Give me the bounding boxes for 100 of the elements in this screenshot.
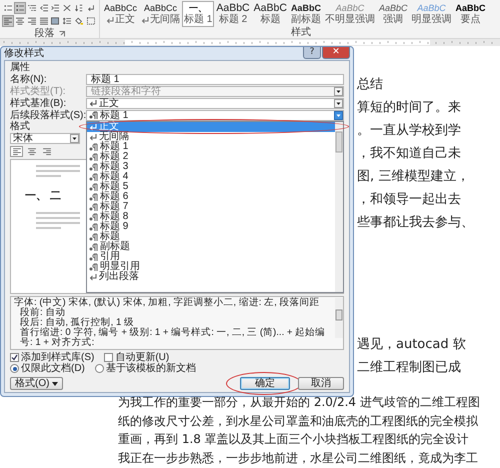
list-option[interactable]: 标题 5	[87, 182, 335, 192]
align-left-icon	[4, 17, 12, 25]
style-item[interactable]: AaBbC 要点	[453, 1, 488, 27]
linked-style-icon	[89, 212, 98, 220]
radio-label[interactable]: 基于该模板的新文档	[106, 364, 196, 374]
align-left-button[interactable]	[10, 146, 23, 157]
sort-icon	[75, 4, 84, 12]
text-line: 纸的修改尺寸公差，到水星公司罩盖和油底壳的工程图纸的完全模拟	[118, 412, 478, 430]
linked-style-icon	[89, 222, 98, 230]
decrease-indent-button[interactable]	[38, 2, 50, 14]
list-option[interactable]: 标题 9	[87, 222, 335, 232]
confirm-button[interactable]: 确定	[240, 377, 290, 390]
text-line: 我正在一步步熟悉，一步步地前进，水星公司二维图纸，竟成为李工	[118, 450, 478, 466]
help-button[interactable]: ?	[303, 47, 321, 59]
numbered-list-icon	[16, 4, 24, 12]
dropdown-field[interactable]: 标题 1	[86, 110, 344, 120]
linked-style-icon	[89, 152, 98, 160]
paint-bucket-button[interactable]	[73, 15, 86, 27]
numbered-list-button[interactable]	[14, 2, 26, 14]
list-option[interactable]: 标题	[87, 232, 335, 242]
window-title: 修改样式	[4, 47, 44, 60]
dropdown-field[interactable]: 正文	[86, 98, 344, 108]
group-label: 样式	[291, 27, 311, 38]
align-left-button[interactable]	[2, 15, 14, 27]
list-option[interactable]: 标题 2	[87, 152, 335, 162]
launcher-icon[interactable]	[58, 30, 64, 36]
align-right-button[interactable]	[26, 15, 38, 27]
text-line: 。一直从学校到学	[357, 122, 461, 140]
text-line: 总结	[357, 76, 383, 94]
radio-button[interactable]	[94, 364, 104, 373]
style-item[interactable]: AaBbC 强调	[376, 1, 410, 27]
linked-style-icon	[89, 242, 98, 250]
border-icon	[87, 17, 96, 25]
format-menu-button[interactable]: 格式(O)	[10, 377, 64, 390]
radio-button[interactable]	[10, 364, 19, 373]
style-item[interactable]: AaBbC 副标题	[288, 1, 323, 27]
distribute-icon	[51, 17, 60, 25]
list-option[interactable]: 标题 4	[87, 172, 335, 182]
increase-indent-icon	[51, 4, 60, 12]
list-option[interactable]: 明显引用	[87, 262, 335, 272]
list-option[interactable]: 列出段落	[87, 272, 335, 282]
checkbox[interactable]	[104, 353, 114, 362]
style-item[interactable]: AaBbC 标题	[252, 1, 289, 27]
text-line: 些事都让我去参与、	[357, 214, 474, 232]
field-label: 后续段落样式(S):	[10, 110, 86, 120]
cancel-button[interactable]: 取消	[298, 377, 344, 390]
style-item[interactable]: 一、 标题 1	[182, 1, 214, 27]
multilevel-list-button[interactable]	[26, 2, 38, 14]
list-option[interactable]: 引用	[87, 252, 335, 262]
return-arrow-icon	[87, 4, 96, 12]
distribute-button[interactable]	[50, 15, 62, 27]
cross-icon	[63, 4, 72, 12]
linked-style-icon	[89, 172, 98, 180]
style-item[interactable]: AaBbC 明显强调	[409, 1, 454, 27]
return-arrow-icon	[141, 16, 150, 24]
checkbox[interactable]	[10, 353, 19, 362]
border-button[interactable]	[85, 15, 97, 27]
section-heading: 属性	[10, 62, 30, 73]
text-line: 重画，再到 1.8 罩盖以及其上面三个小块挡板工程图纸的完全设计	[118, 431, 469, 448]
section-heading: 格式	[10, 121, 30, 132]
list-option[interactable]: 标题 6	[87, 192, 335, 202]
justify-button[interactable]	[38, 15, 50, 27]
increase-indent-button[interactable]	[50, 2, 62, 14]
linked-style-icon	[89, 232, 98, 240]
style-item[interactable]: AaBbCc 无间隔	[139, 1, 182, 27]
align-center-button[interactable]	[25, 146, 38, 157]
field-label: 样式类型(T):	[10, 86, 67, 96]
list-option[interactable]: 标题 1	[87, 142, 335, 152]
text-line: 遇见，autocad 软	[357, 336, 466, 354]
list-option[interactable]: 标题 8	[87, 212, 335, 222]
align-right-icon	[28, 17, 36, 25]
text-line: ，和领导一起出去	[357, 191, 461, 209]
linked-style-icon	[89, 262, 98, 270]
return-arrow-icon	[89, 99, 97, 107]
return-arrow-icon	[89, 272, 97, 280]
linked-style-icon	[89, 192, 98, 200]
line-spacing-button[interactable]	[61, 15, 74, 27]
dropdown-field[interactable]: 宋体	[10, 133, 80, 144]
style-item[interactable]: AaBbCc 正文	[102, 1, 140, 27]
preview-heading: 一、 二	[25, 189, 62, 203]
justify-icon	[40, 17, 48, 25]
bullet-list-icon	[4, 4, 12, 12]
text-line: 算短的时间了。来	[357, 99, 461, 117]
bullet-list-button[interactable]	[2, 2, 14, 14]
input-field[interactable]: 标题 1	[86, 74, 344, 84]
checkbox-label[interactable]: 添加到样式库(S)	[21, 352, 94, 362]
list-option[interactable]: 副标题	[87, 242, 335, 252]
align-center-button[interactable]	[14, 15, 26, 27]
line-spacing-icon	[63, 17, 72, 25]
align-right-button[interactable]	[40, 146, 53, 157]
style-item[interactable]: AaBbC 标题 2	[214, 1, 252, 27]
checkbox-label[interactable]: 自动更新(U)	[115, 352, 170, 362]
close-button[interactable]: ✕	[322, 47, 350, 59]
style-item[interactable]: AaBbC 不明显强调	[322, 1, 377, 27]
list-option[interactable]: 标题 7	[87, 202, 335, 212]
list-option[interactable]: 标题 3	[87, 162, 335, 172]
decrease-indent-icon	[40, 4, 48, 12]
return-arrow-button[interactable]	[85, 2, 97, 14]
radio-label[interactable]: 仅限此文档(D)	[21, 364, 85, 374]
list-option[interactable]: 无间隔	[87, 132, 335, 142]
